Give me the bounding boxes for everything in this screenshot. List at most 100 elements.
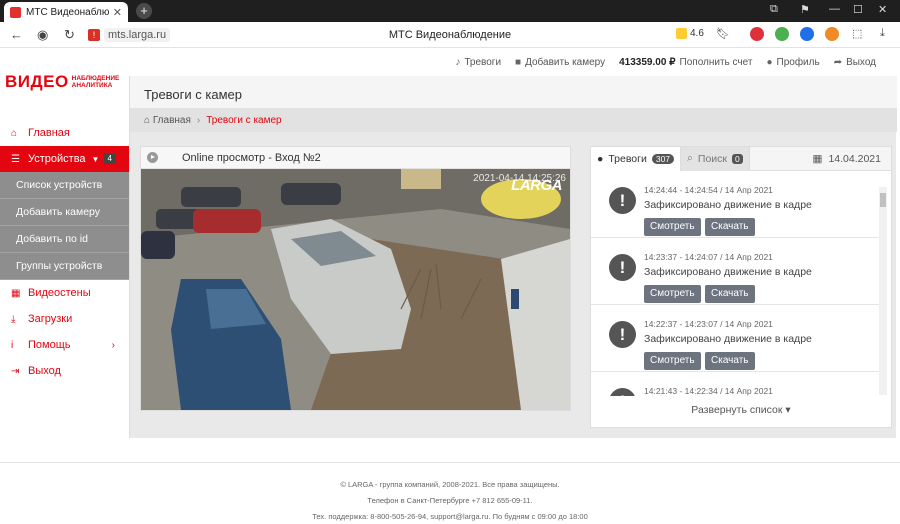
scrollbar-thumb[interactable] [880, 193, 886, 207]
bell-icon: ♪ [455, 56, 461, 68]
sidebar-subitem-device-groups[interactable]: Группы устройств [0, 253, 129, 280]
sidebar-item-label: Главная [28, 127, 70, 139]
bookmark-icon[interactable]: ⚑ [800, 3, 810, 16]
list-item: ! 14:22:37 - 14:23:07 / 14 Апр 2021 Зафи… [591, 305, 881, 372]
yandex-icon [676, 28, 687, 39]
date-value: 14.04.2021 [828, 152, 881, 165]
camera-frame-image [141, 169, 570, 410]
add-camera-link[interactable]: ■ Добавить камеру [515, 57, 605, 68]
sidebar-subitem-add-camera[interactable]: Добавить камеру [0, 199, 129, 226]
site-logo[interactable]: ВИДЕО НАБЛЮДЕНИЕ АНАЛИТИКА [5, 72, 119, 92]
close-window-icon[interactable]: ✕ [878, 3, 887, 16]
list-icon: ☰ [11, 153, 20, 165]
breadcrumb-home-label: Главная [152, 115, 191, 126]
balance-value: 413359.00 ₽ [619, 56, 676, 68]
browser-page-title: МТС Видеонаблюдение [388, 29, 512, 41]
play-icon[interactable] [147, 152, 158, 163]
devices-count-badge: 4 [103, 153, 116, 164]
breadcrumb-home[interactable]: ⌂ Главная [144, 115, 191, 126]
view-button[interactable]: Смотреть [644, 285, 701, 303]
browser-tab[interactable]: МТС Видеонаблюдение ✕ [4, 2, 128, 22]
tab-search[interactable]: ⌕ Поиск 0 [681, 146, 750, 171]
minimize-icon[interactable]: — [829, 3, 840, 15]
alerts-panel: ● Тревоги 307 ⌕ Поиск 0 ▦ 14.04.2021 ! 1… [590, 146, 892, 428]
maximize-icon[interactable]: ☐ [853, 3, 863, 16]
view-button[interactable]: Смотреть [644, 218, 701, 236]
sidebar-item-help[interactable]: i Помощь › [0, 332, 129, 358]
grid-icon: ▦ [11, 287, 21, 299]
sidebar-subitem-device-list[interactable]: Список устройств [0, 172, 129, 199]
extension-green-icon[interactable] [775, 27, 789, 41]
tab-actions-icon[interactable]: ⧉ [770, 3, 778, 16]
date-picker[interactable]: ▦ 14.04.2021 [813, 153, 891, 165]
tab-title: МТС Видеонаблюдение [26, 6, 109, 18]
alert-icon: ! [609, 321, 636, 348]
sidebar-item-videowalls[interactable]: ▦ Видеостены [0, 280, 129, 306]
calendar-icon: ▦ [812, 152, 823, 165]
page-title: Тревоги с камер [130, 76, 897, 108]
sidebar-item-label: Видеостены [28, 287, 91, 299]
balance[interactable]: 413359.00 ₽ Пополнить счет [619, 57, 752, 68]
share-icon: ➦ [833, 56, 843, 68]
sidebar-item-label: Загрузки [28, 313, 73, 325]
tab-search-label: Поиск [697, 152, 728, 165]
new-tab-button[interactable]: + [136, 3, 152, 19]
alerts-link-label: Тревоги [464, 56, 502, 68]
breadcrumb: ⌂ Главная › Тревоги с камер [130, 108, 897, 132]
sidebar-item-label: Помощь [28, 339, 71, 351]
chevron-right-icon: › [111, 339, 115, 351]
caret-down-icon: ▾ [785, 404, 791, 416]
video-header: Online просмотр - Вход №2 [141, 147, 570, 169]
sidebar-item-home[interactable]: ⌂ Главная [0, 120, 129, 146]
alert-time: 14:23:37 - 14:24:07 / 14 Апр 2021 [644, 252, 773, 262]
download-tray-icon: ⤓ [11, 313, 16, 325]
footer-phone: Телефон в Санкт-Петербурге +7 812 655-09… [367, 496, 533, 505]
sidebar-subitem-add-by-id[interactable]: Добавить по id [0, 226, 129, 253]
devices-submenu: Список устройств Добавить камеру Добавит… [0, 172, 129, 280]
site-topbar: ♪ Тревоги ■ Добавить камеру 413359.00 ₽ … [0, 49, 900, 75]
site-rating[interactable]: 4.6 [676, 28, 704, 39]
alert-time: 14:24:44 - 14:24:54 / 14 Апр 2021 [644, 185, 773, 195]
download-button[interactable]: Скачать [705, 352, 755, 370]
alerts-link[interactable]: ♪ Тревоги [455, 57, 501, 68]
extension-red-icon[interactable] [750, 27, 764, 41]
footer-support: Тех. поддержка: 8-800-505-26-94, support… [312, 512, 588, 521]
sidebar: ⌂ Главная ☰ Устройства ▼ 4 Список устрой… [0, 120, 129, 384]
main-content: Тревоги с камер ⌂ Главная › Тревоги с ка… [129, 76, 897, 438]
extensions-icon[interactable]: ⬚ [852, 27, 862, 40]
camera-video-feed[interactable]: 2021-04-14 14:25:26 LARGA [141, 169, 570, 410]
download-button[interactable]: Скачать [705, 285, 755, 303]
view-button[interactable]: Смотреть [644, 352, 701, 370]
alert-time: 14:22:37 - 14:23:07 / 14 Апр 2021 [644, 319, 773, 329]
download-icon[interactable]: ⤓ [880, 27, 885, 40]
logout-link[interactable]: ➦ Выход [834, 57, 876, 68]
list-item: ! 14:21:43 - 14:22:34 / 14 Апр 2021 [591, 372, 881, 396]
home-icon: ⌂ [11, 127, 18, 139]
extension-orange-icon[interactable] [825, 27, 839, 41]
alerts-list: ! 14:24:44 - 14:24:54 / 14 Апр 2021 Зафи… [591, 171, 881, 396]
sidebar-item-devices[interactable]: ☰ Устройства ▼ 4 [0, 146, 129, 172]
tab-alerts[interactable]: ● Тревоги 307 [591, 146, 682, 171]
profile-link[interactable]: ● Профиль [766, 57, 819, 68]
close-tab-icon[interactable]: ✕ [113, 6, 122, 19]
extension-blue-icon[interactable] [800, 27, 814, 41]
logo-sub: НАБЛЮДЕНИЕ АНАЛИТИКА [72, 75, 120, 89]
logout-label: Выход [846, 56, 876, 68]
logo-sub-1: НАБЛЮДЕНИЕ [71, 75, 120, 82]
alerts-tabs: ● Тревоги 307 ⌕ Поиск 0 ▦ 14.04.2021 [591, 146, 891, 171]
bookmark-page-icon[interactable]: 🔖︎ [716, 27, 730, 40]
camera-icon: ■ [515, 56, 522, 68]
tab-alerts-label: Тревоги [608, 152, 647, 165]
logout-icon: ⇥ [11, 365, 20, 377]
rating-value: 4.6 [690, 28, 704, 39]
download-button[interactable]: Скачать [705, 218, 755, 236]
sidebar-item-downloads[interactable]: ⤓ Загрузки [0, 306, 129, 332]
expand-list-button[interactable]: Развернуть список ▾ [591, 404, 891, 416]
sidebar-item-logout[interactable]: ⇥ Выход [0, 358, 129, 384]
alerts-scrollbar[interactable] [879, 187, 887, 395]
browser-tabbar: МТС Видеонаблюдение ✕ + ⧉ ⚑ — ☐ ✕ [0, 0, 900, 22]
alert-time: 14:21:43 - 14:22:34 / 14 Апр 2021 [644, 386, 773, 396]
video-title: Online просмотр - Вход №2 [182, 151, 321, 164]
search-icon: ⌕ [687, 152, 693, 164]
logo-main: ВИДЕО [5, 72, 69, 91]
